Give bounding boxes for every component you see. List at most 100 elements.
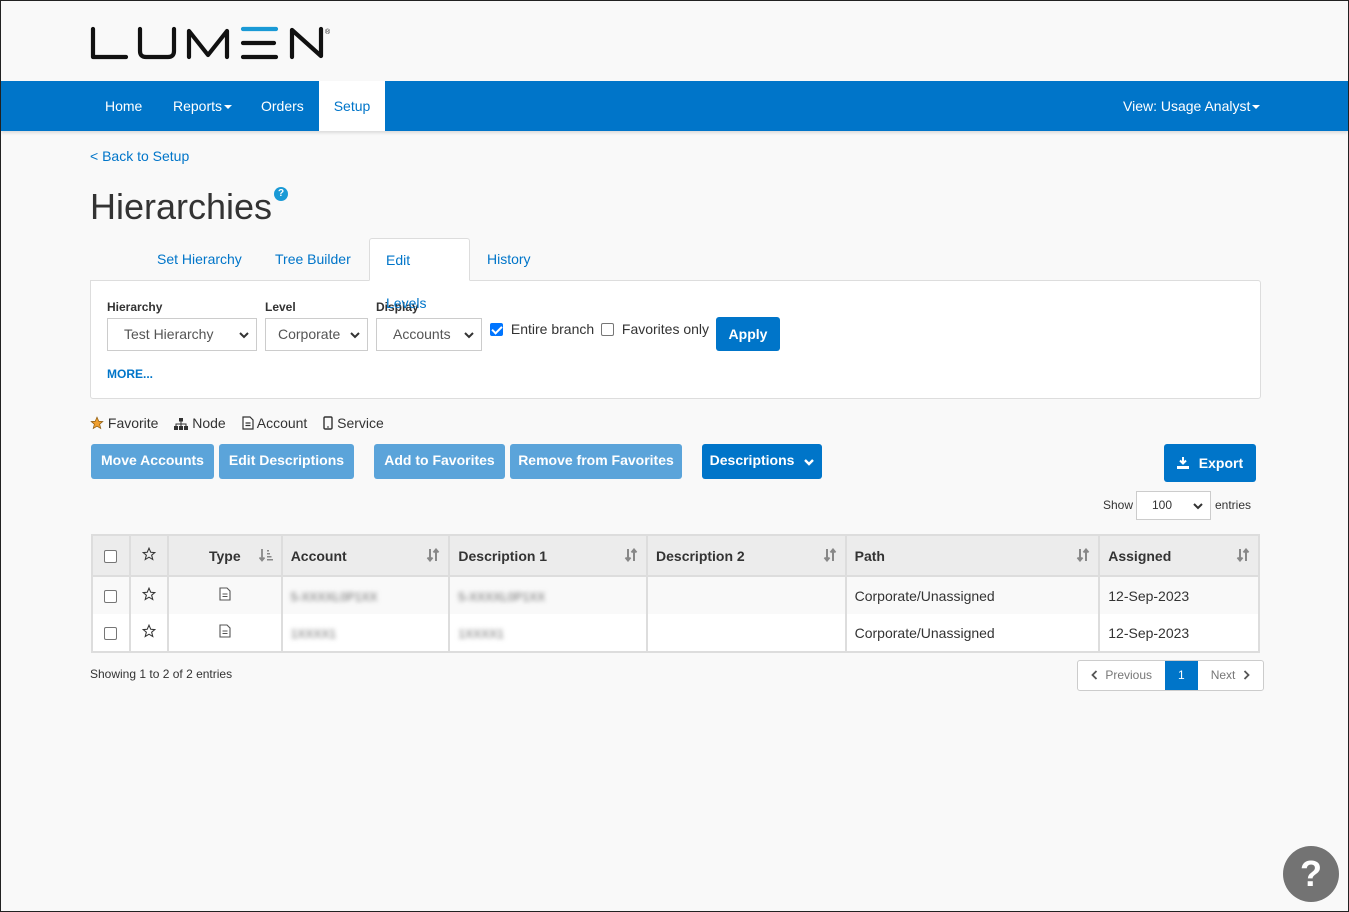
level-select-value: Corporate <box>278 326 341 342</box>
nav-home[interactable]: Home <box>90 81 157 131</box>
chevron-down-icon <box>350 332 360 339</box>
help-button[interactable]: ? <box>1283 846 1339 902</box>
page-size-select[interactable]: 100 <box>1136 491 1211 520</box>
nav-setup[interactable]: Setup <box>319 81 385 131</box>
row-path-cell: Corporate/Unassigned <box>844 576 1101 614</box>
help-icon[interactable]: ? <box>274 187 288 201</box>
row-path-cell: Corporate/Unassigned <box>844 614 1101 653</box>
level-select[interactable]: Corporate <box>265 318 368 351</box>
export-button[interactable]: Export <box>1164 444 1256 482</box>
export-label: Export <box>1198 455 1244 471</box>
previous-label: Previous <box>1105 668 1153 682</box>
table-row[interactable]: 1XXXX1 1XXXX1 Corporate/Unassigned 12-Se… <box>91 614 1260 653</box>
column-header-description-1[interactable]: Description 1 <box>448 534 649 577</box>
tab-tree-builder[interactable]: Tree Builder <box>259 238 367 281</box>
column-header-description-2[interactable]: Description 2 <box>646 534 847 577</box>
row-assigned-cell: 12-Sep-2023 <box>1098 576 1260 614</box>
entire-branch-option[interactable]: Entire branch <box>490 321 594 337</box>
column-account-label: Account <box>290 547 347 564</box>
tab-label: Tree Builder <box>275 251 351 267</box>
row-description-1-cell: 5-XXXXL0P1XX <box>448 576 649 614</box>
page-1-button[interactable]: 1 <box>1165 661 1198 690</box>
hierarchy-select[interactable]: Test Hierarchy <box>107 318 257 351</box>
column-header-account[interactable]: Account <box>280 534 451 577</box>
type-legend: Favorite Node Account Service <box>90 415 396 431</box>
select-all-checkbox[interactable] <box>104 549 118 563</box>
legend-node-label: Node <box>192 415 226 431</box>
entire-branch-checkbox[interactable] <box>490 323 503 336</box>
table-info: Showing 1 to 2 of 2 entries <box>90 667 233 681</box>
row-checkbox[interactable] <box>104 626 118 640</box>
tab-edit-levels[interactable]: Edit Levels <box>369 238 470 311</box>
remove-from-favorites-button[interactable]: Remove from Favorites <box>510 444 682 479</box>
view-role-label: View: Usage Analyst <box>1123 98 1251 114</box>
tab-set-hierarchy[interactable]: Set Hierarchy <box>141 238 258 281</box>
column-header-path[interactable]: Path <box>844 534 1101 577</box>
display-select-value: Accounts <box>393 326 451 342</box>
page-size-value: 100 <box>1152 498 1173 512</box>
nav-orders[interactable]: Orders <box>246 81 319 131</box>
row-account-cell: 5-XXXXL0P1XX <box>280 576 451 614</box>
account-number: 1XXXX1 <box>290 626 337 641</box>
next-label: Next <box>1210 668 1236 682</box>
chevron-right-icon <box>1243 670 1250 680</box>
back-to-setup-link[interactable]: < Back to Setup <box>90 148 189 164</box>
legend-service: Service <box>323 415 384 431</box>
previous-page-button[interactable]: Previous <box>1078 661 1165 690</box>
next-page-button[interactable]: Next <box>1198 661 1263 690</box>
star-filled-icon <box>90 416 104 430</box>
star-outline-icon[interactable] <box>141 623 157 638</box>
level-label: Level <box>265 300 296 314</box>
select-all-header <box>91 534 131 577</box>
header-logo-area: ® <box>1 1 1348 81</box>
sort-icon <box>427 548 440 562</box>
sitemap-icon <box>174 418 189 430</box>
star-outline-icon[interactable] <box>141 586 157 601</box>
nav-reports[interactable]: Reports <box>158 81 247 131</box>
chevron-down-icon <box>464 332 474 339</box>
document-icon <box>219 587 231 601</box>
apply-button[interactable]: Apply <box>716 317 780 351</box>
chevron-down-icon <box>1193 503 1203 510</box>
table-row[interactable]: 5-XXXXL0P1XX 5-XXXXL0P1XX Corporate/Unas… <box>91 576 1260 614</box>
page-title: Hierarchies <box>90 186 273 227</box>
favorites-only-option[interactable]: Favorites only <box>601 321 709 337</box>
table-header-row: Type Account Description 1 Description 2… <box>91 534 1260 577</box>
column-assigned-label: Assigned <box>1108 547 1172 564</box>
row-checkbox[interactable] <box>104 589 118 603</box>
star-outline-icon[interactable] <box>141 546 157 561</box>
row-favorite-cell <box>128 576 169 614</box>
pagination: Previous 1 Next <box>1077 660 1264 691</box>
hierarchy-select-value: Test Hierarchy <box>124 326 214 342</box>
column-header-assigned[interactable]: Assigned <box>1098 534 1260 577</box>
hierarchy-label: Hierarchy <box>107 300 163 314</box>
caret-down-icon <box>224 105 233 110</box>
move-accounts-button[interactable]: Move Accounts <box>91 444 214 479</box>
descriptions-dropdown-button[interactable]: Descriptions <box>702 444 822 479</box>
lumen-logo: ® <box>90 26 330 60</box>
tab-history[interactable]: History <box>471 238 547 281</box>
favorites-only-checkbox[interactable] <box>601 323 614 336</box>
caret-down-icon <box>1252 105 1261 110</box>
row-select-cell <box>91 576 131 614</box>
more-filters-link[interactable]: MORE... <box>107 367 153 381</box>
download-icon <box>1176 457 1189 469</box>
top-navbar: Home Reports Orders Setup View: Usage An… <box>1 81 1348 131</box>
chevron-down-icon <box>804 459 815 466</box>
show-label: Show <box>1103 498 1134 512</box>
filter-panel: Hierarchy Test Hierarchy Level Corporate… <box>90 280 1261 399</box>
accounts-table: Type Account Description 1 Description 2… <box>91 534 1260 653</box>
add-to-favorites-button[interactable]: Add to Favorites <box>374 444 505 479</box>
column-header-type[interactable]: Type <box>166 534 283 577</box>
favorite-header <box>128 534 169 577</box>
sort-ascending-icon <box>258 549 273 562</box>
description-1-value: 1XXXX1 <box>458 626 504 641</box>
column-type-label: Type <box>208 547 241 564</box>
nav-setup-label: Setup <box>333 98 371 114</box>
edit-descriptions-button[interactable]: Edit Descriptions <box>219 444 354 479</box>
legend-account: Account <box>242 415 312 431</box>
nav-home-label: Home <box>105 98 143 114</box>
document-icon <box>219 624 231 638</box>
view-role-dropdown[interactable]: View: Usage Analyst <box>1108 81 1275 131</box>
description-1-value: 5-XXXXL0P1XX <box>458 589 546 604</box>
